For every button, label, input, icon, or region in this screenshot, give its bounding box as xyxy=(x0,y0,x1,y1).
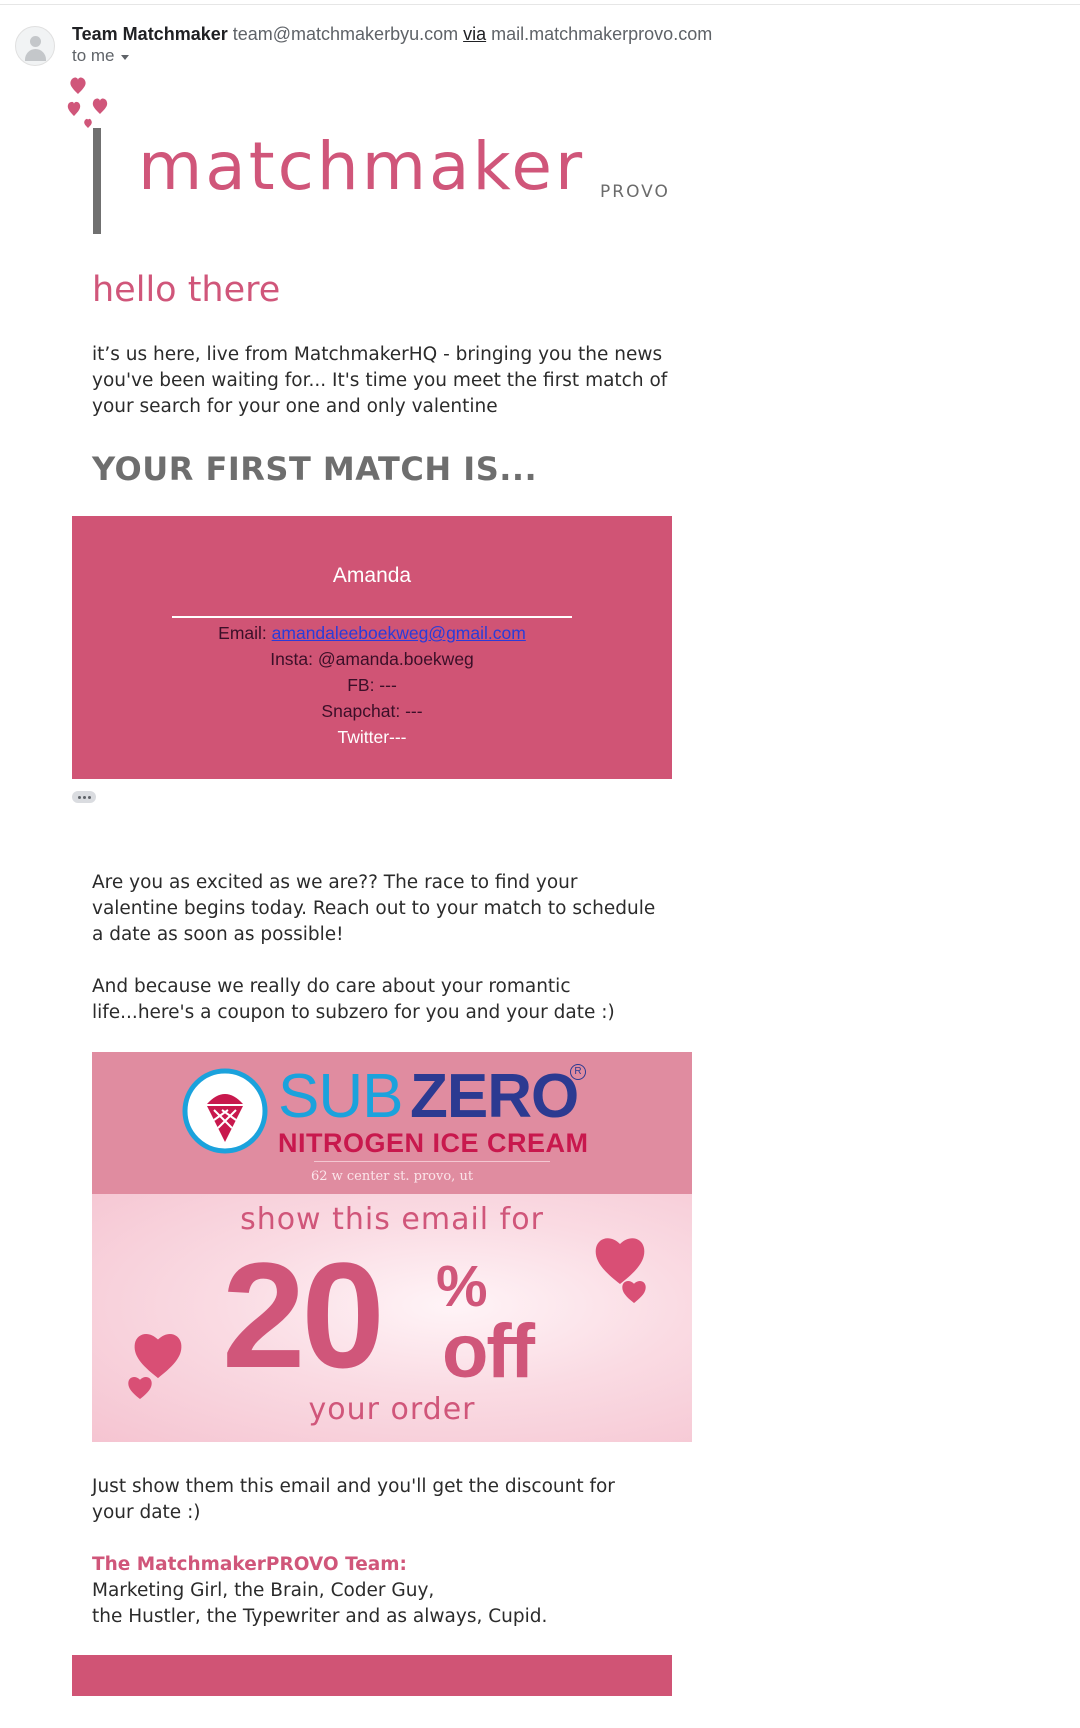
signature-line: the Hustler, the Typewriter and as alway… xyxy=(92,1606,548,1627)
logo-wordmark: matchmaker xyxy=(138,128,586,205)
match-insta: Insta: @amanda.boekweg xyxy=(270,649,474,669)
heart-icon xyxy=(128,1376,152,1400)
via-domain: mail.matchmakerprovo.com xyxy=(491,24,713,44)
match-name: Amanda xyxy=(332,564,412,587)
show-trimmed-content-button[interactable] xyxy=(72,791,96,803)
registered-mark: R xyxy=(570,1064,586,1080)
match-email-row: Email: amandaleeboekweg@gmail.com xyxy=(72,623,672,644)
recipient-toggle[interactable]: to me xyxy=(72,46,129,66)
coupon-amount: 20 xyxy=(222,1231,385,1399)
avatar-head xyxy=(30,36,41,47)
sender-email: team@matchmakerbyu.com xyxy=(232,24,459,44)
dot-icon xyxy=(82,795,86,799)
sender-line: Team Matchmaker team@matchmakerbyu.com v… xyxy=(72,24,712,45)
footer-bar xyxy=(72,1655,672,1696)
discount-paragraph: Just show them this email and you'll get… xyxy=(92,1476,615,1523)
subzero-brand-sub: SUB xyxy=(278,1062,403,1131)
match-divider xyxy=(172,616,572,618)
match-email-link[interactable]: amandaleeboekweg@gmail.com xyxy=(272,623,526,643)
ice-cream-cone-icon xyxy=(182,1068,268,1154)
match-twitter: Twitter--- xyxy=(337,727,407,747)
subzero-brand-zero: ZERO xyxy=(410,1062,579,1131)
coupon-rule xyxy=(314,1161,550,1162)
top-divider xyxy=(0,4,1080,5)
logo-subtitle: PROVO xyxy=(600,182,670,202)
match-card: Amanda Email: amandaleeboekweg@gmail.com… xyxy=(72,516,672,779)
greeting-heading: hello there xyxy=(92,270,281,310)
match-snapchat: Snapchat: --- xyxy=(321,701,423,721)
match-fb: FB: --- xyxy=(347,675,397,695)
recipient-label: to me xyxy=(72,46,115,65)
subzero-tagline: NITROGEN ICE CREAM xyxy=(278,1128,589,1158)
subzero-address: 62 w center st. provo, ut xyxy=(310,1169,474,1184)
coupon-intro-paragraph: And because we really do care about your… xyxy=(92,976,615,1023)
heart-icon xyxy=(622,1280,646,1304)
match-email-label: Email: xyxy=(218,623,272,643)
sender-name[interactable]: Team Matchmaker xyxy=(72,24,228,44)
first-match-heading: YOUR FIRST MATCH IS... xyxy=(92,450,538,488)
logo-pole xyxy=(93,128,101,234)
heart-icon xyxy=(134,1333,182,1379)
coupon-percent: % xyxy=(436,1254,488,1319)
chevron-down-icon[interactable] xyxy=(120,54,129,60)
avatar-shoulders xyxy=(25,49,46,61)
subzero-coupon: SUB ZERO R NITROGEN ICE CREAM 62 w cente… xyxy=(92,1052,692,1442)
coupon-off: off xyxy=(442,1309,535,1394)
excited-paragraph: Are you as excited as we are?? The race … xyxy=(92,872,656,945)
intro-paragraph: it’s us here, live from MatchmakerHQ - b… xyxy=(92,344,668,417)
hearts-icon xyxy=(67,77,108,128)
dot-icon xyxy=(77,795,81,799)
via-link[interactable]: via xyxy=(463,24,486,44)
dot-icon xyxy=(87,795,91,799)
sender-avatar[interactable] xyxy=(15,26,55,66)
coupon-your-order: your order xyxy=(308,1392,476,1427)
signature-title: The MatchmakerPROVO Team: xyxy=(92,1554,407,1575)
signature-line: Marketing Girl, the Brain, Coder Guy, xyxy=(92,1580,435,1601)
